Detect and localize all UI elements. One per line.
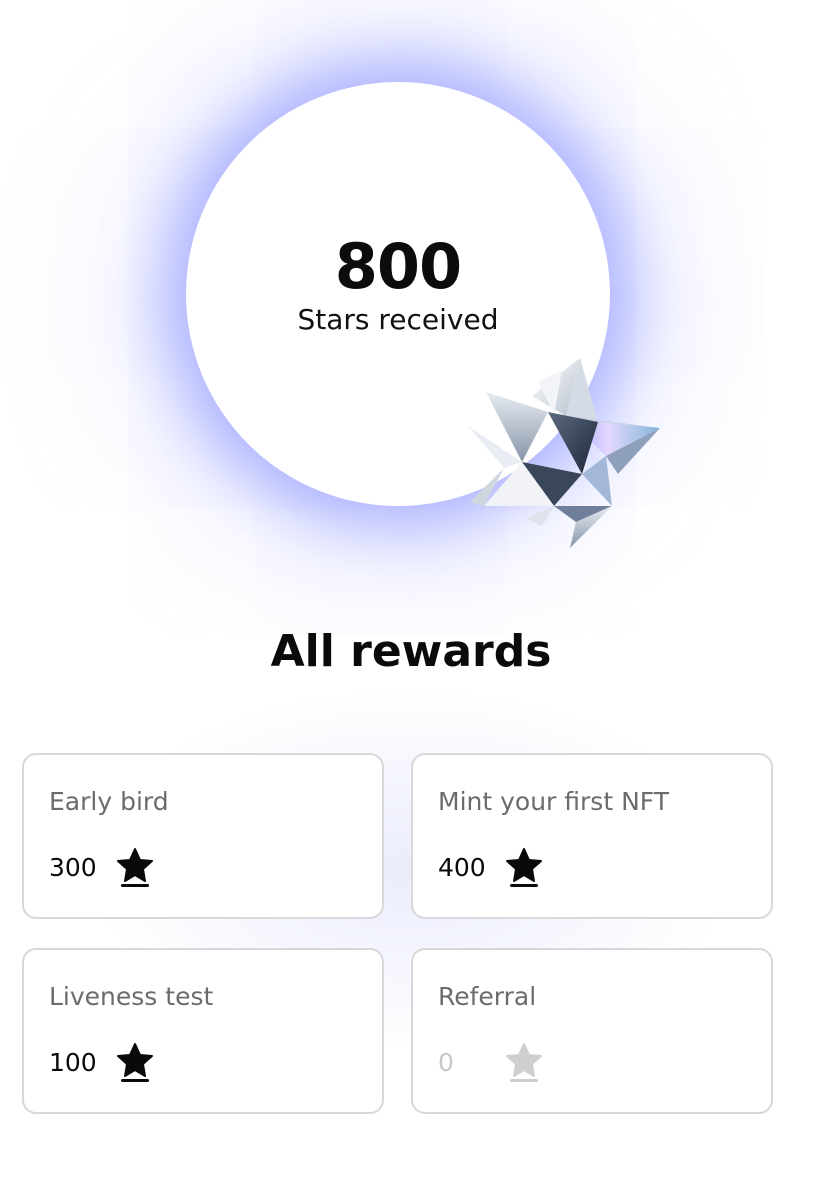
reward-title: Liveness test [49, 982, 214, 1011]
reward-points: 300 [49, 847, 155, 889]
reward-points-value: 100 [49, 1048, 97, 1077]
reward-title: Referral [438, 982, 537, 1011]
reward-card-liveness-test[interactable]: Liveness test 100 [22, 948, 384, 1114]
reward-points: 0 [438, 1042, 544, 1084]
stars-summary: 800 Stars received [186, 232, 610, 338]
all-rewards-title: All rewards [270, 626, 552, 677]
rewards-page: 800 Stars received All rewards Early bir… [0, 0, 822, 1200]
star-icon [117, 1043, 153, 1082]
reward-points: 400 [438, 847, 544, 889]
reward-card-mint-first-nft[interactable]: Mint your first NFT 400 [411, 753, 773, 919]
stars-count: 800 [334, 230, 462, 303]
reward-points-value: 0 [438, 1048, 454, 1077]
reward-points-value: 300 [49, 853, 97, 882]
star-icon [506, 848, 542, 887]
reward-title: Mint your first NFT [438, 787, 669, 816]
stars-caption: Stars received [297, 303, 499, 336]
star-icon [506, 1043, 542, 1082]
crystal-star-icon [468, 358, 660, 548]
reward-points: 100 [49, 1042, 155, 1084]
reward-card-early-bird[interactable]: Early bird 300 [22, 753, 384, 919]
reward-card-referral[interactable]: Referral 0 [411, 948, 773, 1114]
reward-points-value: 400 [438, 853, 486, 882]
background-glow [0, 640, 822, 1200]
reward-title: Early bird [49, 787, 169, 816]
star-icon [117, 848, 153, 887]
